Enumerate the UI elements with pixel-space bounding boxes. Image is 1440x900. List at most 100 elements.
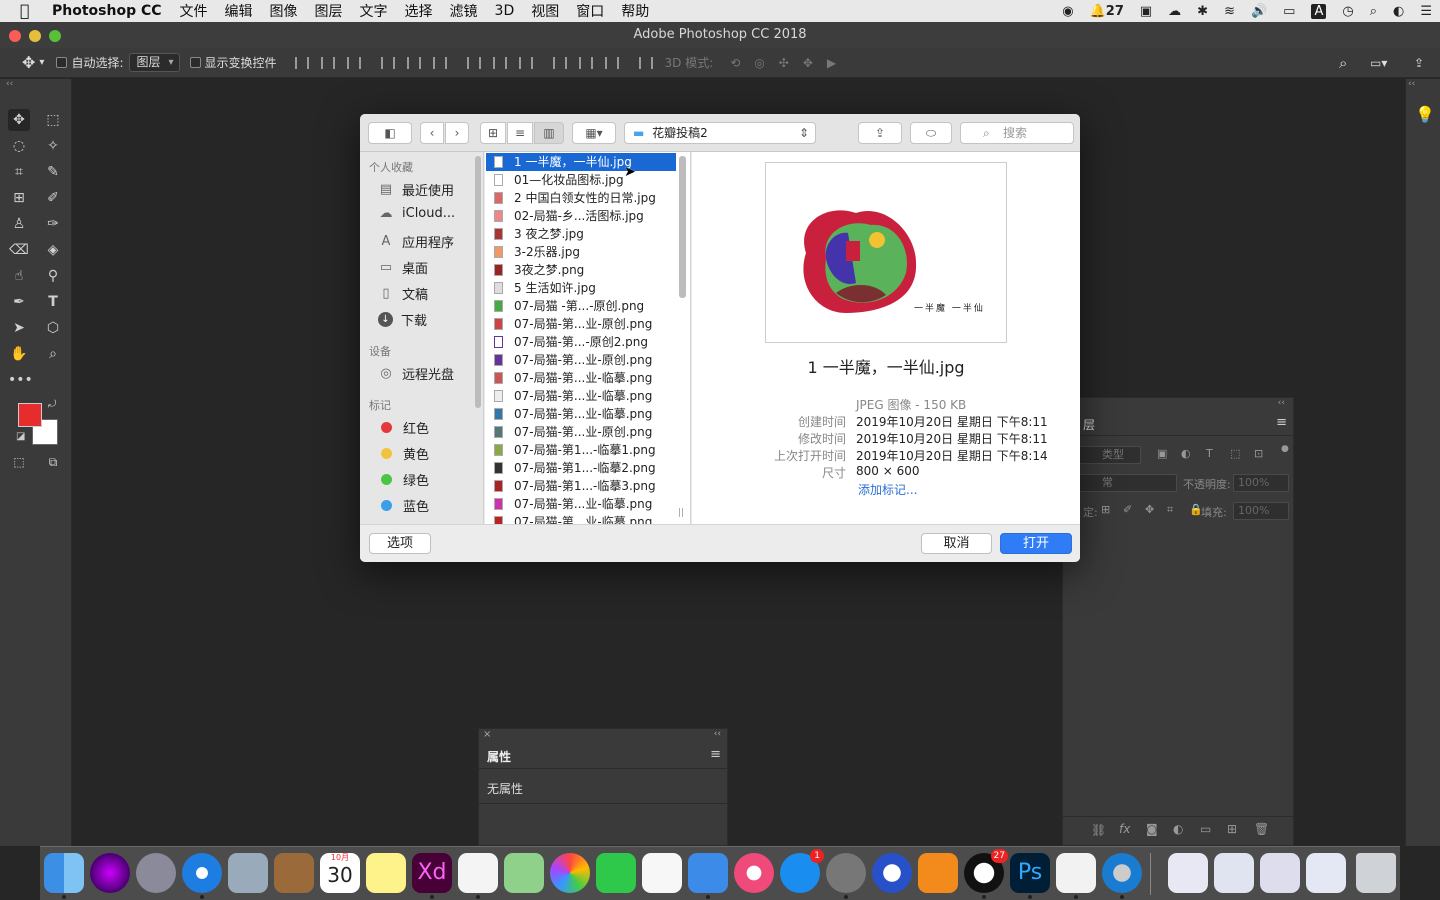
- books-icon[interactable]: [918, 853, 958, 893]
- sidebar-item-desktop[interactable]: ▭ 桌面: [378, 258, 428, 277]
- keynote-icon[interactable]: [688, 853, 728, 893]
- location-dropdown[interactable]: ▬ 花瓣投稿2 ⇕: [624, 122, 816, 144]
- zoom-window-icon[interactable]: [49, 30, 61, 42]
- apple-icon[interactable]: : [20, 2, 38, 20]
- patch-tool[interactable]: ⊞: [8, 187, 30, 209]
- battery-icon[interactable]: ▭: [1283, 4, 1295, 19]
- app-store-icon[interactable]: 1: [780, 849, 824, 893]
- reminders-icon[interactable]: [458, 853, 498, 893]
- tool-preset-chevron-icon[interactable]: ▾: [39, 57, 44, 68]
- scale-3d-icon[interactable]: ▶: [827, 56, 836, 70]
- column-view-button[interactable]: ▥: [534, 122, 564, 144]
- maps-icon[interactable]: [504, 853, 544, 893]
- layers-menu-icon[interactable]: ≡: [1276, 415, 1287, 430]
- distribute-bottom-icon[interactable]: [518, 56, 533, 69]
- file-row[interactable]: 01—化妆品图标.jpg: [486, 171, 676, 189]
- launchpad-icon[interactable]: [136, 853, 176, 893]
- crop-tool[interactable]: ⌗: [8, 161, 30, 183]
- share-button[interactable]: ⇪: [858, 122, 902, 144]
- opacity-input[interactable]: 100%: [1233, 474, 1289, 492]
- path-select-tool[interactable]: ➤: [8, 317, 30, 339]
- align-right-icon[interactable]: [432, 56, 447, 69]
- sidebar-tag-blue[interactable]: 蓝色: [378, 496, 429, 515]
- distribute-top-icon[interactable]: [466, 56, 481, 69]
- add-tags-link[interactable]: 添加标记...: [858, 481, 917, 498]
- clock-icon[interactable]: ◷: [1342, 4, 1353, 19]
- file-row[interactable]: 07-局猫-第1...-临摹1.png: [486, 441, 676, 459]
- foreground-color-swatch[interactable]: [18, 403, 42, 427]
- type-tool[interactable]: T: [42, 291, 64, 313]
- file-row[interactable]: 07-局猫-第...业-临摹.png: [486, 387, 676, 405]
- lasso-tool[interactable]: ◌: [8, 135, 30, 157]
- hand-tool[interactable]: ✋: [8, 343, 30, 365]
- menu-layer[interactable]: 图层: [315, 1, 343, 21]
- screenshot-stack-icon[interactable]: [1306, 853, 1346, 893]
- menu-view[interactable]: 视图: [531, 1, 559, 21]
- sidebar-item-remote-disc[interactable]: ◎ 远程光盘: [378, 364, 454, 383]
- sidebar-item-applications[interactable]: A 应用程序: [378, 232, 454, 251]
- eyedropper-tool[interactable]: ✎: [42, 161, 64, 183]
- link-layers-icon[interactable]: ⛓: [1091, 823, 1106, 837]
- eraser-tool[interactable]: ⌫: [8, 239, 30, 261]
- layer-style-icon[interactable]: fx: [1119, 822, 1130, 836]
- itunes-icon[interactable]: [734, 853, 774, 893]
- lock-transparent-icon[interactable]: ⊞: [1101, 503, 1110, 516]
- forward-button[interactable]: ›: [445, 122, 469, 144]
- menu-3d[interactable]: 3D: [495, 3, 515, 19]
- properties-collapse-icon[interactable]: ‹‹: [714, 729, 721, 739]
- layers-collapse-icon[interactable]: ‹‹: [1278, 398, 1285, 408]
- file-row[interactable]: 07-局猫 -第...-原创.png: [486, 297, 676, 315]
- screen-icon[interactable]: ▣: [1140, 4, 1152, 19]
- properties-tab[interactable]: 属性: [487, 748, 511, 765]
- auto-select-checkbox[interactable]: [56, 57, 68, 68]
- menu-filter[interactable]: 滤镜: [450, 1, 478, 21]
- close-window-icon[interactable]: [9, 30, 21, 42]
- file-row[interactable]: 07-局猫-第...业-临摹.png: [486, 513, 676, 524]
- move-tool[interactable]: ✥: [8, 109, 30, 131]
- siri-icon[interactable]: [90, 853, 130, 893]
- icon-view-button[interactable]: ⊞: [480, 122, 506, 144]
- collapse-tools-icon[interactable]: ‹‹: [6, 79, 13, 89]
- input-method-icon[interactable]: A: [1311, 3, 1327, 19]
- screen-mode-icon[interactable]: ⧉: [42, 451, 64, 473]
- fill-input[interactable]: 100%: [1233, 502, 1289, 520]
- file-row[interactable]: 1 一半魔，一半仙.jpg: [486, 153, 676, 171]
- more-tools-icon[interactable]: •••: [8, 369, 33, 391]
- default-colors-icon[interactable]: ◪: [16, 431, 25, 442]
- blend-mode-dropdown[interactable]: 常: [1073, 474, 1177, 492]
- volume-icon[interactable]: 🔊: [1251, 4, 1267, 19]
- photos-icon[interactable]: [550, 853, 590, 893]
- move-tool-icon[interactable]: ✥: [22, 53, 35, 72]
- align-bottom-icon[interactable]: [346, 56, 361, 69]
- file-row[interactable]: 07-局猫-第...业-原创.png: [486, 351, 676, 369]
- siri-icon[interactable]: ◐: [1393, 4, 1404, 19]
- textedit-icon[interactable]: [1056, 853, 1096, 893]
- pen-tool[interactable]: ✒: [8, 291, 30, 313]
- group-view-button[interactable]: ▦▾: [572, 122, 616, 144]
- xd-icon[interactable]: Xd: [412, 853, 452, 893]
- brush-tool[interactable]: ✐: [42, 187, 64, 209]
- stamp-tool[interactable]: ♙: [8, 213, 30, 235]
- sidebar-tag-green[interactable]: 绿色: [378, 470, 429, 489]
- search-icon[interactable]: ⌕: [1339, 54, 1347, 72]
- show-transform-checkbox[interactable]: [189, 57, 201, 68]
- document-stack-icon[interactable]: [1214, 853, 1254, 893]
- filter-shape-icon[interactable]: ⬚: [1230, 447, 1240, 460]
- quick-mask-icon[interactable]: ⬚: [8, 451, 30, 473]
- drag-3d-icon[interactable]: ✣: [779, 56, 789, 70]
- calendar-icon[interactable]: 10月 30: [320, 853, 360, 893]
- recent-doc-icon[interactable]: [1260, 853, 1300, 893]
- downloads-stack-icon[interactable]: [1168, 853, 1208, 893]
- file-row[interactable]: 3夜之梦.png: [486, 261, 676, 279]
- record-icon[interactable]: ◉: [1062, 4, 1073, 19]
- list-view-button[interactable]: ≡: [507, 122, 533, 144]
- sidebar-item-recents[interactable]: ▤ 最近使用: [378, 180, 454, 199]
- control-center-icon[interactable]: ☰: [1420, 4, 1432, 19]
- facetime-icon[interactable]: [596, 853, 636, 893]
- safari-icon[interactable]: [182, 853, 222, 893]
- learn-lightbulb-icon[interactable]: 💡: [1415, 105, 1435, 124]
- file-row[interactable]: 07-局猫-第...-原创2.png: [486, 333, 676, 351]
- creative-cloud-icon[interactable]: ☁: [1168, 4, 1181, 19]
- file-row[interactable]: 2 中国白领女性的日常.jpg: [486, 189, 676, 207]
- file-row[interactable]: 07-局猫-第...业-临摹.png: [486, 369, 676, 387]
